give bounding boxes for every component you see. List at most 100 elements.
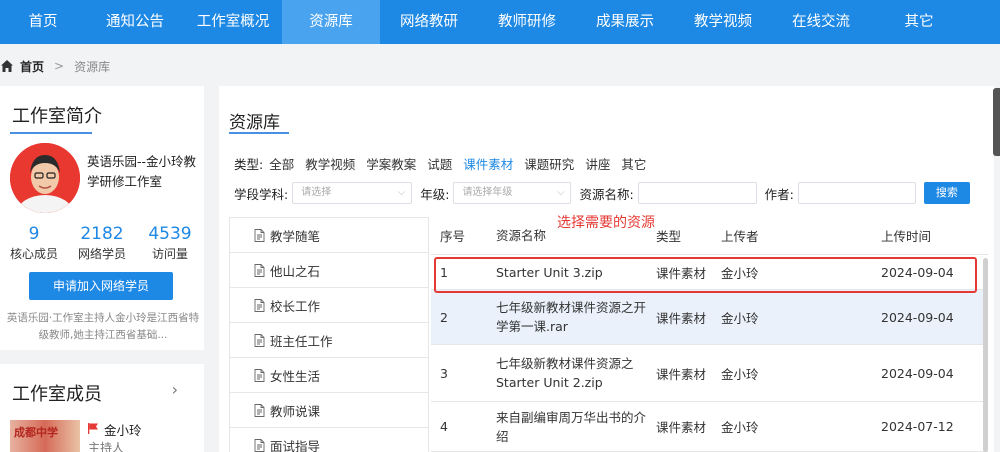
table-header-row: 序号 资源名称 类型 上传者 上传时间 (431, 217, 988, 255)
join-online-student-button[interactable]: 申请加入网络学员 (29, 272, 173, 300)
cell-date: 2024-09-04 (881, 264, 954, 280)
cell-date: 2024-09-04 (881, 309, 954, 325)
chevron-right-icon[interactable]: › (172, 380, 178, 399)
member-name[interactable]: 金小玲 (104, 420, 142, 439)
search-filter-row: 学段学科: 请选择 ⌵ 年级: 请选择年级 ⌵ 资源名称: 作者: 搜索 (234, 181, 970, 205)
home-icon (1, 60, 13, 72)
subject-select-placeholder: 请选择 (301, 187, 332, 198)
table-row[interactable]: 4 来自副编审周万华出书的介绍 课件素材 金小玲 2024-07-12 (431, 402, 988, 452)
nav-item-teaching-videos[interactable]: 教学视频 (674, 0, 772, 44)
cell-type: 课件素材 (656, 265, 707, 281)
chevron-down-icon: ⌵ (556, 187, 565, 198)
grade-select-placeholder: 请选择年级 (462, 187, 513, 198)
category-item-head-teacher-work[interactable]: 班主任工作 (230, 323, 428, 358)
nav-item-online-exchange[interactable]: 在线交流 (772, 0, 870, 44)
avatar (10, 143, 80, 213)
nav-item-achievements[interactable]: 成果展示 (576, 0, 674, 44)
member-role: 主持人 (88, 441, 125, 452)
category-label: 校长工作 (270, 298, 321, 314)
header-uploader: 上传者 (721, 229, 759, 244)
category-label: 女性生活 (270, 368, 321, 384)
category-item-teaching-notes[interactable]: 教学随笔 (230, 218, 428, 253)
document-icon (254, 228, 265, 242)
type-filter-row: 类型: 全部 教学视频 学案教案 试题 课件素材 课题研究 讲座 其它 (234, 154, 657, 173)
stat-core-members: 9 核心成员 (0, 223, 68, 263)
studio-members-title: 工作室成员 (12, 384, 102, 405)
type-filter-other[interactable]: 其它 (621, 154, 646, 173)
grade-select[interactable]: 请选择年级 ⌵ (453, 182, 572, 204)
resource-name-label: 资源名称: (579, 186, 634, 202)
cell-name-link[interactable]: 七年级新教材课件资源之Starter Unit 2.zip (496, 354, 656, 392)
type-filter-research[interactable]: 课题研究 (524, 154, 574, 173)
studio-name: 英语乐园--金小玲教学研修工作室 (87, 154, 197, 189)
nav-item-other[interactable]: 其它 (870, 0, 968, 44)
studio-stats: 9 核心成员 2182 网络学员 4539 访问量 (0, 223, 204, 263)
cell-no: 2 (440, 309, 448, 325)
member-photo-text: 成都中学 (14, 426, 58, 439)
studio-intro-panel: 工作室简介 英语乐园--金小玲教学研修工作室 9 核心成员 2182 网络学员 … (0, 86, 204, 350)
category-label: 教学随笔 (270, 228, 321, 244)
stat-value: 2182 (80, 224, 124, 244)
category-item-women-life[interactable]: 女性生活 (230, 358, 428, 393)
breadcrumb: 首页 > 资源库 (0, 52, 110, 80)
side-edge-tab[interactable] (993, 88, 1000, 156)
document-icon (254, 438, 265, 452)
stat-online-students: 2182 网络学员 (68, 223, 136, 263)
stat-value: 4539 (148, 224, 192, 244)
cell-no: 1 (440, 264, 448, 280)
category-label: 教师说课 (270, 403, 321, 419)
nav-item-notices[interactable]: 通知公告 (86, 0, 184, 44)
type-filter-courseware[interactable]: 课件素材 (463, 154, 513, 173)
resource-library-title: 资源库 (229, 113, 280, 133)
type-filter-lesson-plan[interactable]: 学案教案 (366, 154, 416, 173)
stat-label: 核心成员 (9, 247, 58, 261)
stat-visits: 4539 访问量 (136, 223, 204, 263)
search-button[interactable]: 搜索 (923, 182, 970, 204)
cell-no: 3 (440, 365, 448, 381)
resource-table: 序号 资源名称 类型 上传者 上传时间 1 Starter Unit 3.zip… (431, 217, 988, 452)
resource-name-input[interactable] (637, 182, 757, 204)
category-item-principal-work[interactable]: 校长工作 (230, 288, 428, 323)
member-photo: 成都中学 (10, 420, 80, 452)
table-row[interactable]: 3 七年级新教材课件资源之Starter Unit 2.zip 课件素材 金小玲… (431, 345, 988, 402)
table-row[interactable]: 2 七年级新教材课件资源之开学第一课.rar 课件素材 金小玲 2024-09-… (431, 290, 988, 345)
type-label: 类型: (234, 157, 264, 172)
table-scrollbar[interactable] (983, 258, 988, 452)
cell-name-link[interactable]: Starter Unit 3.zip (496, 263, 656, 282)
cell-name-link[interactable]: 来自副编审周万华出书的介绍 (496, 408, 656, 446)
category-item-teacher-presentation[interactable]: 教师说课 (230, 393, 428, 428)
stat-label: 访问量 (151, 247, 188, 261)
type-filter-lecture[interactable]: 讲座 (585, 154, 610, 173)
author-input[interactable] (797, 182, 916, 204)
document-icon (254, 368, 265, 382)
flag-icon (88, 423, 98, 434)
nav-item-online-research[interactable]: 网络教研 (380, 0, 478, 44)
subject-select[interactable]: 请选择 ⌵ (292, 182, 413, 204)
nav-item-studio-overview[interactable]: 工作室概况 (184, 0, 282, 44)
header-date: 上传时间 (881, 229, 932, 244)
breadcrumb-current: 资源库 (74, 59, 111, 74)
chevron-down-icon: ⌵ (397, 187, 406, 198)
type-filter-teaching-video[interactable]: 教学视频 (305, 154, 355, 173)
table-row[interactable]: 1 Starter Unit 3.zip 课件素材 金小玲 2024-09-04 (431, 255, 988, 290)
category-item-interview-guidance[interactable]: 面试指导 (230, 428, 428, 452)
annotation-label: 选择需要的资源 (557, 215, 655, 231)
nav-item-resources[interactable]: 资源库 (282, 0, 380, 44)
nav-item-teacher-training[interactable]: 教师研修 (478, 0, 576, 44)
category-item-others-stones[interactable]: 他山之石 (230, 253, 428, 288)
cell-uploader: 金小玲 (721, 310, 759, 326)
nav-item-home[interactable]: 首页 (0, 0, 86, 44)
cell-no: 4 (440, 419, 448, 434)
stat-label: 网络学员 (77, 247, 126, 261)
type-filter-all[interactable]: 全部 (269, 154, 294, 173)
stat-value: 9 (28, 224, 40, 244)
document-icon (254, 298, 265, 312)
title-underline (10, 132, 92, 134)
studio-description[interactable]: 英语乐园·工作室主持人金小玲是江西省特级教师,她主持江西省基础... (6, 310, 200, 344)
cell-type: 课件素材 (656, 366, 707, 382)
breadcrumb-home-link[interactable]: 首页 (20, 58, 44, 75)
cell-uploader: 金小玲 (721, 366, 759, 382)
type-filter-exam[interactable]: 试题 (427, 154, 452, 173)
cell-name-link[interactable]: 七年级新教材课件资源之开学第一课.rar (496, 298, 656, 336)
category-label: 班主任工作 (270, 333, 333, 349)
